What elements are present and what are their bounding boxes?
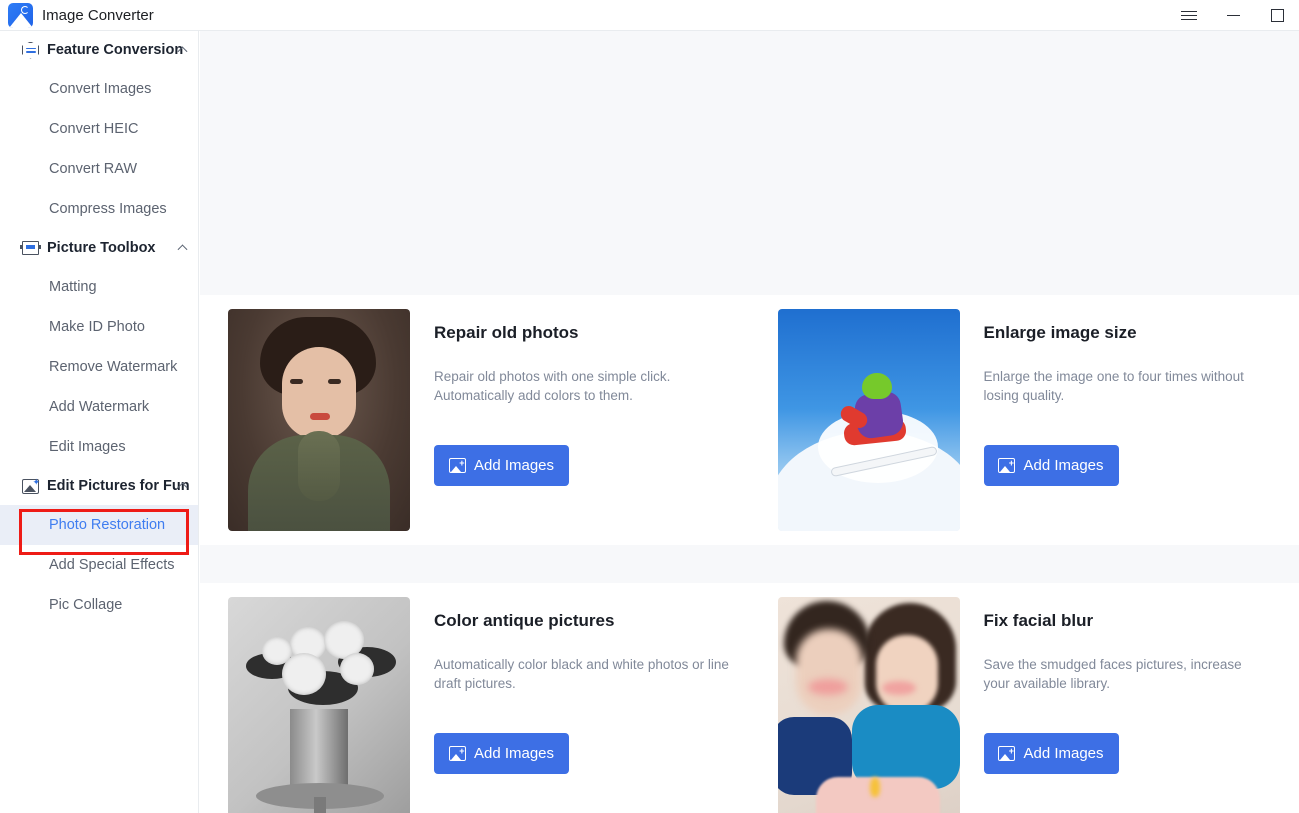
card-description: Repair old photos with one simple click.… [434,369,671,403]
black-and-white-flower-bouquet-thumbnail [228,597,410,813]
title-bar: Image Converter [0,0,1299,31]
sidebar-item-pic-collage[interactable]: Pic Collage [0,585,198,625]
add-images-button[interactable]: + Add Images [983,445,1119,486]
hamburger-menu-icon[interactable] [1167,0,1211,31]
add-images-button[interactable]: + Add Images [983,733,1119,774]
card-description: Automatically color black and white phot… [434,657,729,691]
sidebar-item-label: Make ID Photo [49,319,145,335]
card-description: Enlarge the image one to four times with… [983,369,1244,403]
add-images-button-label: Add Images [1023,745,1104,762]
logo-refresh-ring [21,6,29,14]
sidebar-item-label: Remove Watermark [49,359,178,375]
card-title: Color antique pictures [434,611,615,630]
sidebar-item-label: Convert RAW [49,161,138,177]
add-images-button[interactable]: + Add Images [434,445,569,486]
blurred-faces-birthday-thumbnail [777,597,960,813]
card-body: Repair old photos Repair old photos with… [410,295,750,486]
feature-card-repair-old-photos[interactable]: Repair old photos Repair old photos with… [200,295,750,545]
card-body: Fix facial blur Save the smudged faces p… [960,583,1299,774]
sidebar-item-label: Convert Images [49,81,152,97]
sidebar-item-label: Add Special Effects [49,557,175,573]
add-images-button-label: Add Images [1023,457,1104,474]
feature-card-color-antique-pictures[interactable]: Color antique pictures Automatically col… [200,583,750,813]
sidebar-group-label: Feature Conversion [47,42,184,58]
card-row-1: Repair old photos Repair old photos with… [200,295,1299,545]
sidebar-item-convert-raw[interactable]: Convert RAW [0,149,198,189]
chevron-up-icon[interactable] [177,244,188,255]
colorized-vintage-portrait-thumbnail [228,309,410,531]
sidebar-group-picture-toolbox[interactable]: Picture Toolbox [0,229,198,267]
card-title: Fix facial blur [983,611,1094,630]
snowboarder-jump-thumbnail [777,309,960,531]
sidebar-group-feature-conversion[interactable]: Feature Conversion [0,31,198,69]
sidebar-item-label: Add Watermark [49,399,150,415]
maximize-icon[interactable] [1255,0,1299,31]
sidebar-item-compress-images[interactable]: Compress Images [0,189,198,229]
sidebar-item-edit-images[interactable]: Edit Images [0,427,198,467]
sidebar-group-label: Edit Pictures for Fun [47,478,190,494]
sidebar-item-photo-restoration[interactable]: Photo Restoration [0,505,198,545]
card-title: Enlarge image size [983,323,1137,342]
card-row-2: Color antique pictures Automatically col… [200,583,1299,813]
add-image-icon: + [448,458,466,473]
add-images-button[interactable]: + Add Images [434,733,569,774]
sidebar-item-convert-heic[interactable]: Convert HEIC [0,109,198,149]
feature-card-grid: Repair old photos Repair old photos with… [200,295,1299,813]
card-body: Color antique pictures Automatically col… [410,583,750,774]
minimize-glyph [1226,14,1240,17]
feature-card-enlarge-image-size[interactable]: Enlarge image size Enlarge the image one… [749,295,1299,545]
sidebar-item-add-special-effects[interactable]: Add Special Effects [0,545,198,585]
card-body: Enlarge image size Enlarge the image one… [960,295,1299,486]
sidebar-item-add-watermark[interactable]: Add Watermark [0,387,198,427]
minimize-icon[interactable] [1211,0,1255,31]
feature-card-fix-facial-blur[interactable]: Fix facial blur Save the smudged faces p… [749,583,1299,813]
sidebar-item-label: Compress Images [49,201,167,217]
sidebar-item-label: Convert HEIC [49,121,139,137]
add-image-icon: + [448,746,466,761]
add-image-icon: + [998,746,1016,761]
maximize-glyph [1270,9,1284,22]
sidebar-item-convert-images[interactable]: Convert Images [0,69,198,109]
main-content: Repair old photos Repair old photos with… [200,31,1299,813]
sidebar-item-label: Matting [49,279,97,295]
sidebar: Feature Conversion Convert Images Conver… [0,31,199,813]
add-image-icon: + [998,458,1016,473]
sidebar-item-matting[interactable]: Matting [0,267,198,307]
image-converter-logo [8,3,33,28]
sidebar-group-edit-pictures-for-fun[interactable]: ✦ Edit Pictures for Fun [0,467,198,505]
card-title: Repair old photos [434,323,579,342]
sidebar-item-label: Pic Collage [49,597,123,613]
card-row-divider [200,545,1299,583]
card-description: Save the smudged faces pictures, increas… [983,657,1242,691]
add-images-button-label: Add Images [473,457,555,474]
app-title: Image Converter [42,7,154,24]
logo-mountain-shape [9,13,33,28]
sidebar-item-remove-watermark[interactable]: Remove Watermark [0,347,198,387]
add-images-button-label: Add Images [473,745,555,762]
sidebar-item-label: Photo Restoration [49,517,166,533]
sidebar-item-label: Edit Images [49,439,126,455]
toolbox-icon [20,240,41,257]
sidebar-group-label: Picture Toolbox [47,240,156,256]
window-controls [1167,0,1299,31]
sidebar-item-make-id-photo[interactable]: Make ID Photo [0,307,198,347]
hamburger-glyph [1181,8,1197,23]
edit-fun-image-icon: ✦ [22,477,40,495]
conversion-hex-icon [22,41,39,59]
